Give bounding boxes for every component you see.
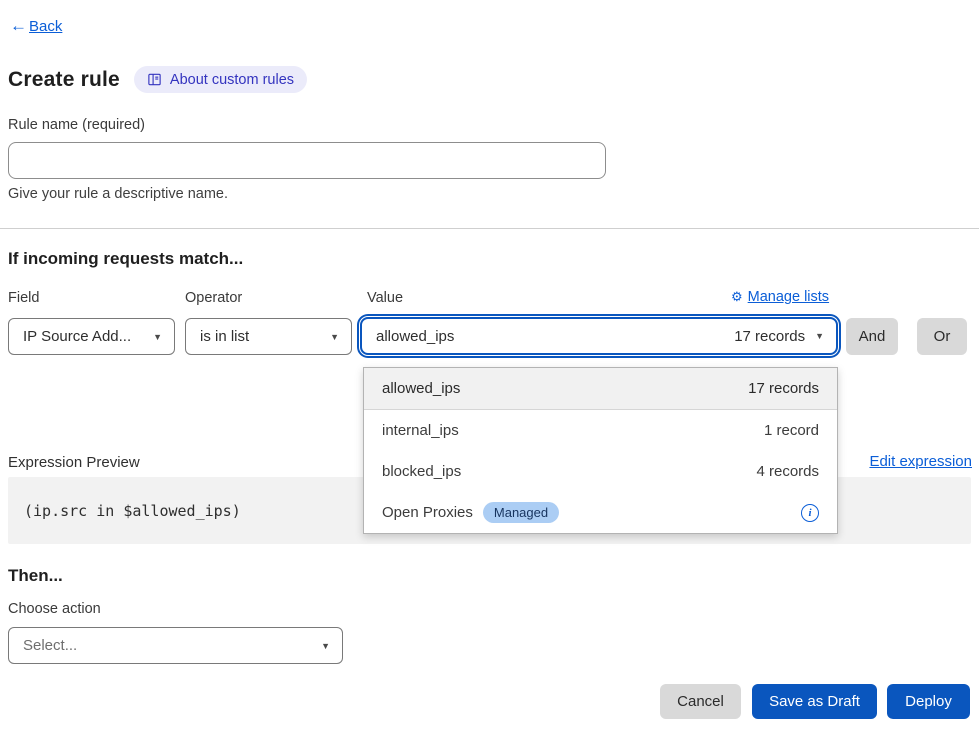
page-title: Create rule: [8, 68, 120, 92]
value-select-value: allowed_ips: [376, 328, 454, 345]
section-divider: [0, 228, 979, 229]
value-dropdown-menu: allowed_ips 17 records internal_ips 1 re…: [363, 367, 838, 534]
field-column-label: Field: [8, 290, 39, 306]
list-item-name: allowed_ips: [382, 380, 460, 397]
chevron-down-icon: ▼: [330, 332, 339, 342]
book-icon: [147, 72, 162, 87]
about-badge-label: About custom rules: [170, 72, 294, 88]
list-item[interactable]: blocked_ips 4 records: [364, 451, 837, 492]
chevron-down-icon: ▼: [153, 332, 162, 342]
rule-name-label: Rule name (required): [8, 117, 145, 133]
managed-badge: Managed: [483, 502, 559, 523]
value-select-meta: 17 records: [734, 328, 805, 345]
deploy-button[interactable]: Deploy: [887, 684, 970, 719]
list-item-name: internal_ips: [382, 422, 459, 439]
operator-select-value: is in list: [200, 328, 249, 345]
action-select-placeholder: Select...: [23, 637, 77, 654]
back-arrow-icon: ←: [10, 16, 27, 36]
chevron-down-icon: ▼: [321, 641, 330, 651]
chevron-down-icon: ▼: [815, 331, 824, 341]
save-as-draft-button[interactable]: Save as Draft: [752, 684, 877, 719]
edit-expression-link[interactable]: Edit expression: [869, 453, 972, 470]
expression-code: (ip.src in $allowed_ips): [24, 502, 241, 520]
rule-name-input[interactable]: [8, 142, 606, 179]
about-custom-rules-badge[interactable]: About custom rules: [134, 66, 307, 93]
then-section-heading: Then...: [8, 566, 63, 586]
manage-lists-label[interactable]: Manage lists: [748, 289, 829, 305]
cancel-button[interactable]: Cancel: [660, 684, 741, 719]
list-item[interactable]: Open Proxies Managed i: [364, 492, 837, 533]
match-section-heading: If incoming requests match...: [8, 249, 243, 269]
field-select[interactable]: IP Source Add... ▼: [8, 318, 175, 355]
expression-preview-label: Expression Preview: [8, 454, 140, 471]
back-link[interactable]: ← Back: [10, 16, 62, 36]
operator-column-label: Operator: [185, 290, 242, 306]
list-item-meta: 17 records: [748, 380, 819, 397]
rule-name-helper: Give your rule a descriptive name.: [8, 186, 228, 202]
list-item-name: blocked_ips: [382, 463, 461, 480]
value-select[interactable]: allowed_ips 17 records ▼: [360, 317, 838, 355]
create-rule-page: ← Back Create rule About custom rules Ru…: [0, 0, 979, 739]
choose-action-label: Choose action: [8, 601, 101, 617]
back-link-label[interactable]: Back: [29, 18, 62, 35]
manage-lists-link[interactable]: ⚙ Manage lists: [731, 289, 829, 305]
operator-select[interactable]: is in list ▼: [185, 318, 352, 355]
value-column-label: Value: [367, 290, 403, 306]
list-item[interactable]: internal_ips 1 record: [364, 410, 837, 451]
list-item[interactable]: allowed_ips 17 records: [364, 368, 837, 410]
and-button[interactable]: And: [846, 318, 898, 355]
action-select[interactable]: Select... ▼: [8, 627, 343, 664]
gear-icon: ⚙: [731, 289, 743, 305]
info-icon[interactable]: i: [801, 504, 819, 522]
or-button[interactable]: Or: [917, 318, 967, 355]
field-select-value: IP Source Add...: [23, 328, 131, 345]
list-item-meta: 4 records: [756, 463, 819, 480]
title-row: Create rule About custom rules: [8, 66, 307, 93]
list-item-meta: 1 record: [764, 422, 819, 439]
list-item-name: Open Proxies: [382, 504, 473, 521]
